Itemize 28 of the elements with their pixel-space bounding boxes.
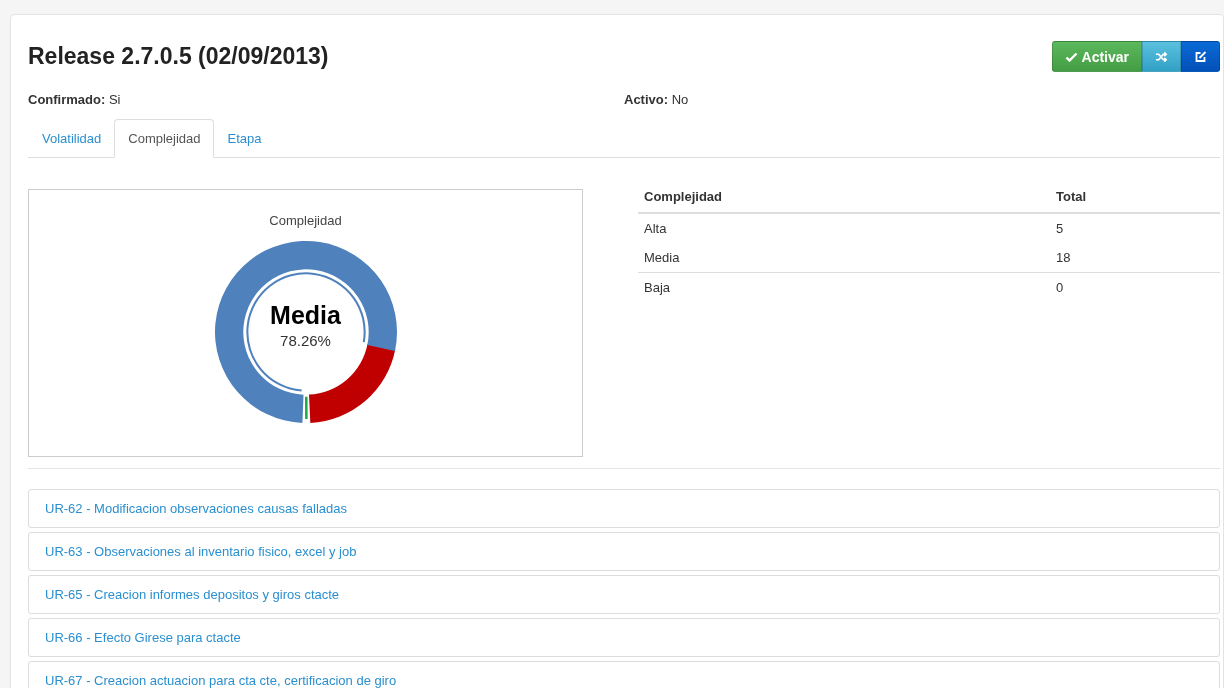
item-link[interactable]: UR-66 - Efecto Girese para ctacte (45, 630, 241, 645)
tab[interactable]: Etapa (213, 119, 275, 158)
tab[interactable]: Complejidad (114, 119, 214, 158)
table-cell: 5 (1050, 213, 1220, 243)
chart-title: Complejidad (269, 213, 342, 228)
item-link[interactable]: UR-65 - Creacion informes depositos y giros ctacte (45, 587, 340, 602)
activate-button[interactable]: Activar (1051, 41, 1142, 72)
shuffle-icon (1155, 50, 1168, 63)
edit-button[interactable] (1181, 41, 1220, 72)
page-title: Release 2.7.0.5 (02/09/2013) (28, 43, 329, 70)
item-link[interactable]: UR-62 - Modificacion observaciones causas falladas (45, 501, 348, 516)
check-icon (1064, 50, 1078, 63)
item-link[interactable]: UR-63 - Observaciones al inventario fisico, excel y job (45, 544, 357, 559)
status-field: Confirmado: Si (28, 92, 624, 107)
item-link[interactable]: UR-67 - Creacion actuacion para cta cte, certificacion de giro (45, 673, 397, 688)
table-cell: Baja (638, 272, 1050, 302)
column-header: Complejidad (638, 181, 1050, 213)
edit-icon (1194, 50, 1207, 63)
table-cell: Media (638, 243, 1050, 273)
center-value: 78.26% (280, 332, 331, 349)
tab[interactable]: Volatilidad (28, 119, 115, 158)
table-cell: 0 (1050, 272, 1220, 302)
column-header: Total (1050, 181, 1220, 213)
table-cell: 18 (1050, 243, 1220, 273)
table-cell: Alta (638, 213, 1050, 243)
status-field: Activo: No (624, 92, 1220, 107)
shuffle-button[interactable] (1142, 41, 1181, 72)
center-label: Media (270, 301, 341, 330)
